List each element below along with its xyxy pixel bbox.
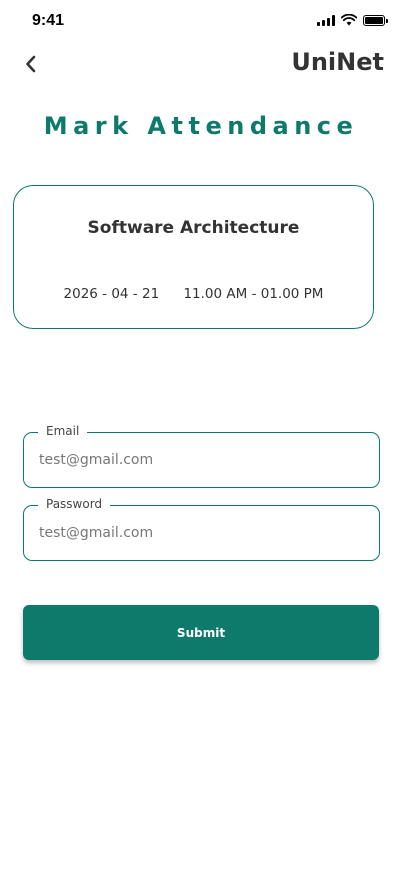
submit-button[interactable]: Submit	[23, 605, 379, 660]
app-title: UniNet	[291, 48, 384, 76]
course-meta: 2026 - 04 - 21 11.00 AM - 01.00 PM	[14, 286, 373, 302]
course-time: 11.00 AM - 01.00 PM	[183, 286, 324, 302]
course-card: Software Architecture 2026 - 04 - 21 11.…	[13, 185, 374, 329]
course-name: Software Architecture	[87, 218, 300, 238]
chevron-left-icon	[26, 55, 36, 73]
wifi-icon	[341, 14, 357, 26]
mark-attendance-screen: 9:41 UniNet Mark Attendance Software Arc…	[0, 0, 402, 874]
status-icons	[317, 14, 388, 26]
password-input[interactable]	[39, 506, 359, 560]
status-bar: 9:41	[0, 0, 402, 44]
page-title: Mark Attendance	[43, 112, 359, 140]
battery-level	[365, 16, 383, 24]
password-field: Password	[23, 496, 380, 561]
battery-icon	[363, 14, 388, 26]
signal-icon	[317, 14, 335, 26]
back-button[interactable]	[18, 50, 44, 78]
status-time: 9:41	[32, 12, 65, 29]
email-field: Email	[23, 423, 380, 488]
course-date: 2026 - 04 - 21	[63, 286, 160, 302]
email-input[interactable]	[39, 433, 359, 487]
